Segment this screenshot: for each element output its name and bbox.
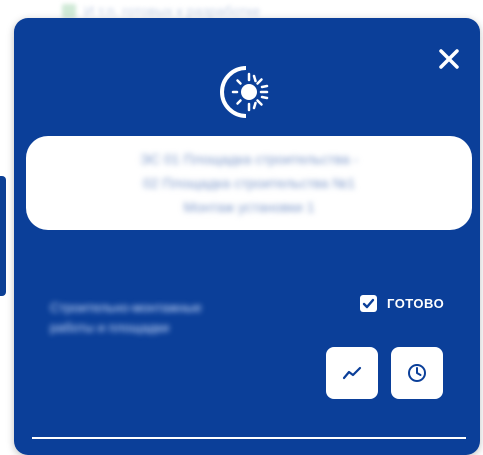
close-button[interactable] [432, 42, 466, 76]
company-logo-icon [216, 62, 276, 122]
task-title-line: 02 Площадка строительства №1 [142, 175, 356, 191]
history-button[interactable] [391, 347, 443, 399]
checkmark-icon [362, 298, 375, 309]
trend-chart-icon [342, 366, 362, 380]
task-card-modal: ЭС 01 Площадка строительства - 02 Площад… [14, 18, 480, 455]
background-panel-edge [0, 176, 6, 296]
task-description-line: работы и площадки [50, 320, 170, 335]
divider [32, 437, 466, 439]
task-description: Строительно-монтажные работы и площадки [50, 298, 270, 338]
background-hint-text: И т.п. готовых к разработке [84, 3, 261, 19]
done-checkbox[interactable] [360, 295, 377, 312]
task-title-card: ЭС 01 Площадка строительства - 02 Площад… [26, 136, 472, 230]
task-description-line: Строительно-монтажные [50, 300, 202, 315]
chart-button[interactable] [326, 347, 378, 399]
task-title-line: ЭС 01 Площадка строительства - [139, 151, 359, 167]
close-icon [439, 49, 459, 69]
clock-icon [408, 364, 426, 382]
task-title-line: Монтаж установки 1 [183, 199, 315, 215]
status-toggle[interactable]: ГОТОВО [360, 295, 444, 312]
status-label: ГОТОВО [387, 296, 445, 311]
background-checkbox-icon [62, 4, 76, 18]
